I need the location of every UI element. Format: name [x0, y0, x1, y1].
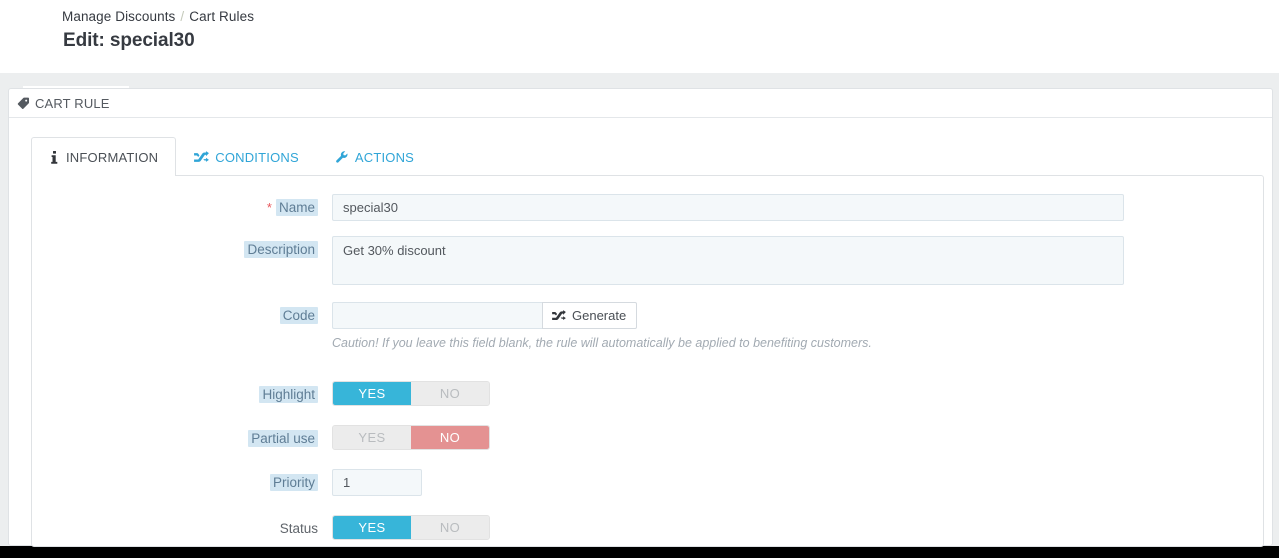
priority-input[interactable]	[332, 469, 422, 496]
tab-conditions[interactable]: CONDITIONS	[176, 137, 317, 176]
form-row-code: Code Generate Caution! If you leave this…	[32, 302, 1265, 350]
viewport-bottom-cut	[0, 546, 1279, 558]
highlight-toggle-no[interactable]: NO	[411, 382, 489, 405]
panel-title: CART RULE	[35, 95, 110, 111]
breadcrumb-item-cart-rules[interactable]: Cart Rules	[189, 9, 254, 24]
form-row-priority: Priority	[32, 469, 1265, 496]
highlight-control: YES NO	[332, 381, 1265, 406]
priority-label-text: Priority	[269, 474, 318, 491]
generate-code-label: Generate	[572, 308, 627, 323]
tab-information-label: INFORMATION	[66, 149, 159, 165]
page-header: Manage Discounts / Cart Rules Edit: specia…	[0, 0, 1279, 73]
breadcrumb-item-manage-discounts[interactable]: Manage Discounts	[62, 9, 175, 24]
highlight-label-text: Highlight	[259, 386, 318, 403]
description-label: Description	[32, 236, 332, 259]
name-input[interactable]	[332, 194, 1124, 221]
description-textarea[interactable]	[332, 236, 1124, 285]
panel-header: CART RULE	[9, 89, 1272, 118]
code-hint: Caution! If you leave this field blank, …	[332, 336, 872, 350]
breadcrumb-separator: /	[180, 9, 185, 24]
active-tab-notch	[23, 86, 129, 88]
wrench-icon	[335, 150, 349, 164]
shuffle-icon	[194, 150, 210, 164]
form-row-description: Description	[32, 236, 1265, 290]
form-row-partial-use: Partial use YES NO	[32, 425, 1265, 450]
tab-conditions-label: CONDITIONS	[215, 149, 299, 165]
partial-use-toggle-yes[interactable]: YES	[333, 426, 411, 449]
status-label: Status	[32, 515, 332, 538]
page-title: Edit: special30	[63, 30, 195, 51]
partial-use-label: Partial use	[32, 425, 332, 448]
form-row-status: Status YES NO	[32, 515, 1265, 540]
tag-icon	[17, 97, 30, 110]
info-icon	[49, 150, 60, 164]
status-toggle-yes[interactable]: YES	[333, 516, 411, 539]
tab-bar: INFORMATION CONDITIONS ACTIONS	[31, 137, 432, 176]
form-row-name: * Name	[32, 194, 1265, 221]
code-label-text: Code	[279, 307, 318, 324]
highlight-toggle-yes[interactable]: YES	[333, 382, 411, 405]
priority-label: Priority	[32, 469, 332, 492]
priority-control	[332, 469, 1265, 496]
generate-code-button[interactable]: Generate	[542, 302, 638, 329]
description-label-text: Description	[244, 241, 318, 258]
highlight-label: Highlight	[32, 381, 332, 404]
status-toggle-no[interactable]: NO	[411, 516, 489, 539]
partial-use-label-text: Partial use	[248, 430, 318, 447]
shuffle-icon	[552, 309, 566, 322]
code-input[interactable]	[332, 302, 542, 329]
tab-information[interactable]: INFORMATION	[31, 137, 177, 176]
code-label: Code	[32, 302, 332, 325]
tab-actions[interactable]: ACTIONS	[317, 137, 432, 176]
partial-use-toggle[interactable]: YES NO	[332, 425, 490, 450]
name-label: * Name	[32, 194, 332, 217]
partial-use-control: YES NO	[332, 425, 1265, 450]
code-input-group: Generate	[332, 302, 1265, 329]
highlight-toggle[interactable]: YES NO	[332, 381, 490, 406]
required-marker: *	[266, 200, 272, 215]
tab-panel-information: *Name Description Code	[31, 175, 1264, 547]
description-control	[332, 236, 1265, 290]
status-toggle[interactable]: YES NO	[332, 515, 490, 540]
name-label-text: Name	[275, 199, 318, 216]
name-control	[332, 194, 1265, 221]
status-label-text: Status	[279, 521, 318, 536]
tab-actions-label: ACTIONS	[354, 149, 415, 165]
cart-rule-panel: CART RULE INFORMATION CONDITIONS ACTIONS	[8, 88, 1273, 547]
breadcrumb: Manage Discounts / Cart Rules	[62, 9, 254, 24]
form-row-highlight: Highlight YES NO	[32, 381, 1265, 406]
code-control: Generate Caution! If you leave this fiel…	[332, 302, 1265, 350]
partial-use-toggle-no[interactable]: NO	[411, 426, 489, 449]
status-control: YES NO	[332, 515, 1265, 540]
